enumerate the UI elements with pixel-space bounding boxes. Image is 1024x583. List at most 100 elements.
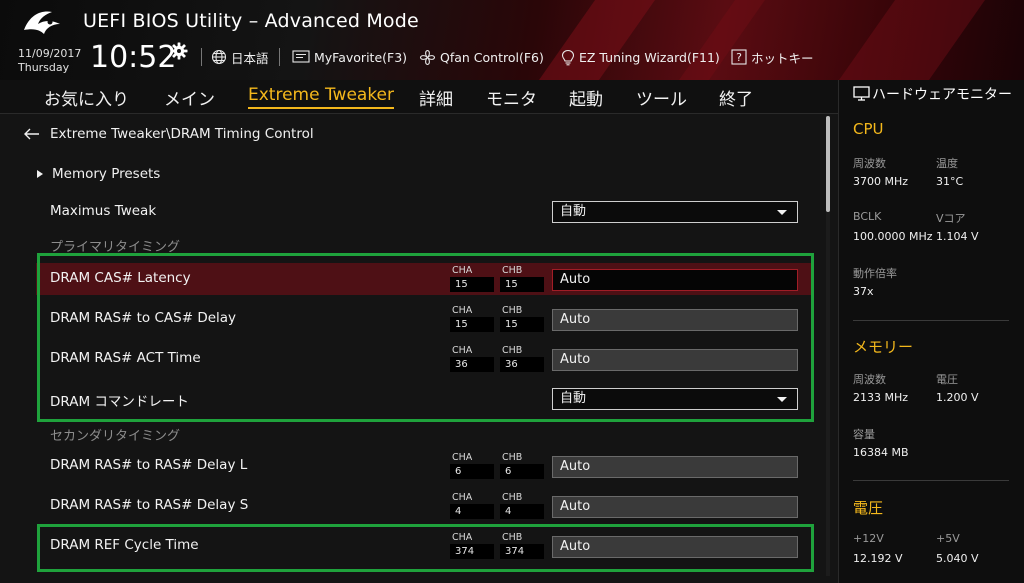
bclk-label: BCLK (853, 210, 882, 223)
gear-icon[interactable] (170, 42, 188, 60)
fan-icon (419, 49, 436, 65)
v12-value: 12.192 V (853, 552, 903, 565)
section-divider (853, 480, 1009, 481)
myfavorite-button[interactable]: MyFavorite(F3) (292, 47, 407, 67)
ez-tuning-label: EZ Tuning Wizard(F11) (579, 49, 720, 65)
qfan-control-button[interactable]: Qfan Control(F6) (419, 47, 544, 67)
tab-monitor[interactable]: モニタ (486, 85, 537, 110)
main-menu-bar: お気に入り メイン Extreme Tweaker 詳細 モニタ 起動 ツール … (0, 80, 838, 114)
tab-exit[interactable]: 終了 (719, 85, 753, 110)
hardware-monitor-title-text: ハードウェアモニター (872, 87, 1012, 103)
annotation-highlight-box (37, 524, 814, 572)
myfavorite-label: MyFavorite(F3) (314, 49, 408, 65)
qfan-label: Qfan Control(F6) (440, 49, 544, 65)
back-arrow-icon[interactable] (24, 128, 40, 140)
chb-value: 4 (500, 504, 544, 519)
cha-value: 6 (450, 464, 494, 479)
dram-ras-to-ras-delay-s-label: DRAM RAS# to RAS# Delay S (50, 497, 249, 513)
vcore-label: Vコア (936, 212, 966, 225)
memory-frequency-label: 周波数 (853, 373, 886, 386)
toolbar-divider (201, 48, 202, 66)
v12-label: +12V (853, 532, 884, 545)
rog-logo-icon (24, 11, 60, 34)
cpu-ratio-value: 37x (853, 285, 874, 298)
cpu-heading: CPU (853, 120, 884, 138)
channel-a-value: CHA 6 (450, 452, 494, 480)
tab-main[interactable]: メイン (164, 85, 215, 110)
tab-boot[interactable]: 起動 (569, 85, 603, 110)
memory-voltage-value: 1.200 V (936, 391, 979, 404)
scrollbar-thumb[interactable] (826, 116, 830, 212)
maximus-tweak-label: Maximus Tweak (50, 203, 157, 219)
hardware-monitor-title: ハードウェアモニター (853, 86, 1023, 105)
cpu-temperature-value: 31°C (936, 175, 964, 188)
dram-ras-to-ras-delay-s-input[interactable]: Auto (552, 496, 798, 518)
breadcrumb[interactable]: Extreme Tweaker\DRAM Timing Control (24, 126, 314, 142)
tab-advanced[interactable]: 詳細 (419, 85, 453, 110)
v5-value: 5.040 V (936, 552, 979, 565)
tab-favorites[interactable]: お気に入り (44, 85, 129, 110)
channel-b-value: CHB 4 (500, 492, 544, 520)
header-decoration (510, 0, 670, 80)
dram-ras-to-ras-delay-l-label: DRAM RAS# to RAS# Delay L (50, 457, 248, 473)
breadcrumb-path: Extreme Tweaker\DRAM Timing Control (50, 126, 314, 142)
dram-ras-to-ras-delay-l-row[interactable]: DRAM RAS# to RAS# Delay L CHA 6 CHB 6 Au… (36, 450, 812, 482)
memory-presets-link[interactable]: Memory Presets (36, 166, 160, 182)
memory-heading: メモリー (853, 338, 914, 356)
cpu-frequency-label: 周波数 (853, 157, 886, 170)
memory-voltage-label: 電圧 (936, 373, 958, 386)
svg-text:?: ? (736, 51, 742, 64)
memory-presets-label: Memory Presets (52, 166, 161, 182)
tab-tool[interactable]: ツール (636, 85, 687, 110)
monitor-icon (853, 86, 870, 101)
hotkeys-label: ホットキー (751, 50, 814, 66)
hotkeys-button[interactable]: ? ホットキー (731, 47, 814, 67)
header-decoration (810, 0, 1000, 80)
lightbulb-icon (561, 49, 575, 65)
tab-extreme-tweaker[interactable]: Extreme Tweaker (248, 85, 395, 109)
date-text: 11/09/2017 (18, 47, 82, 60)
chb-label: CHB (502, 492, 523, 503)
maximus-tweak-value: 自動 (560, 204, 587, 219)
section-divider (853, 320, 1009, 321)
secondary-timing-heading: セカンダリタイミング (50, 429, 181, 444)
voltage-heading: 電圧 (853, 499, 884, 517)
chevron-down-icon (777, 210, 787, 215)
cha-value: 4 (450, 504, 494, 519)
cha-label: CHA (452, 452, 473, 463)
chb-value: 6 (500, 464, 544, 479)
channel-a-value: CHA 4 (450, 492, 494, 520)
globe-icon (211, 49, 227, 65)
header-bar: UEFI BIOS Utility – Advanced Mode 11/09/… (0, 0, 1024, 80)
memory-frequency-value: 2133 MHz (853, 391, 909, 404)
dram-ras-to-ras-delay-s-row[interactable]: DRAM RAS# to RAS# Delay S CHA 4 CHB 4 Au… (36, 490, 812, 522)
clock-display: 10:52 (90, 40, 177, 75)
chevron-right-icon (37, 170, 43, 178)
memory-capacity-label: 容量 (853, 428, 875, 441)
memory-capacity-value: 16384 MB (853, 446, 909, 459)
maximus-tweak-dropdown[interactable]: 自動 (552, 201, 798, 223)
language-button[interactable]: 日本語 (211, 47, 269, 67)
chb-label: CHB (502, 452, 523, 463)
language-label: 日本語 (231, 50, 269, 66)
vcore-value: 1.104 V (936, 230, 979, 243)
maximus-tweak-row[interactable]: Maximus Tweak 自動 (36, 196, 812, 228)
bclk-value: 100.0000 MHz (853, 230, 933, 243)
weekday-text: Thursday (18, 61, 70, 74)
favorite-icon (292, 50, 310, 63)
v5-label: +5V (936, 532, 960, 545)
ez-tuning-wizard-button[interactable]: EZ Tuning Wizard(F11) (561, 47, 720, 67)
dram-ras-to-ras-delay-l-input[interactable]: Auto (552, 456, 798, 478)
cpu-ratio-label: 動作倍率 (853, 267, 897, 280)
app-title: UEFI BIOS Utility – Advanced Mode (83, 10, 419, 32)
cha-label: CHA (452, 492, 473, 503)
settings-panel: Extreme Tweaker\DRAM Timing Control Memo… (0, 114, 838, 583)
help-icon: ? (731, 49, 747, 65)
header-decoration (650, 0, 780, 80)
hardware-monitor-panel: ハードウェアモニター CPU 周波数 温度 3700 MHz 31°C BCLK… (838, 80, 1024, 583)
annotation-highlight-box (37, 253, 814, 422)
toolbar-divider (279, 48, 280, 66)
cpu-frequency-value: 3700 MHz (853, 175, 909, 188)
cpu-temperature-label: 温度 (936, 157, 958, 170)
date-display: 11/09/2017 Thursday (18, 47, 81, 75)
